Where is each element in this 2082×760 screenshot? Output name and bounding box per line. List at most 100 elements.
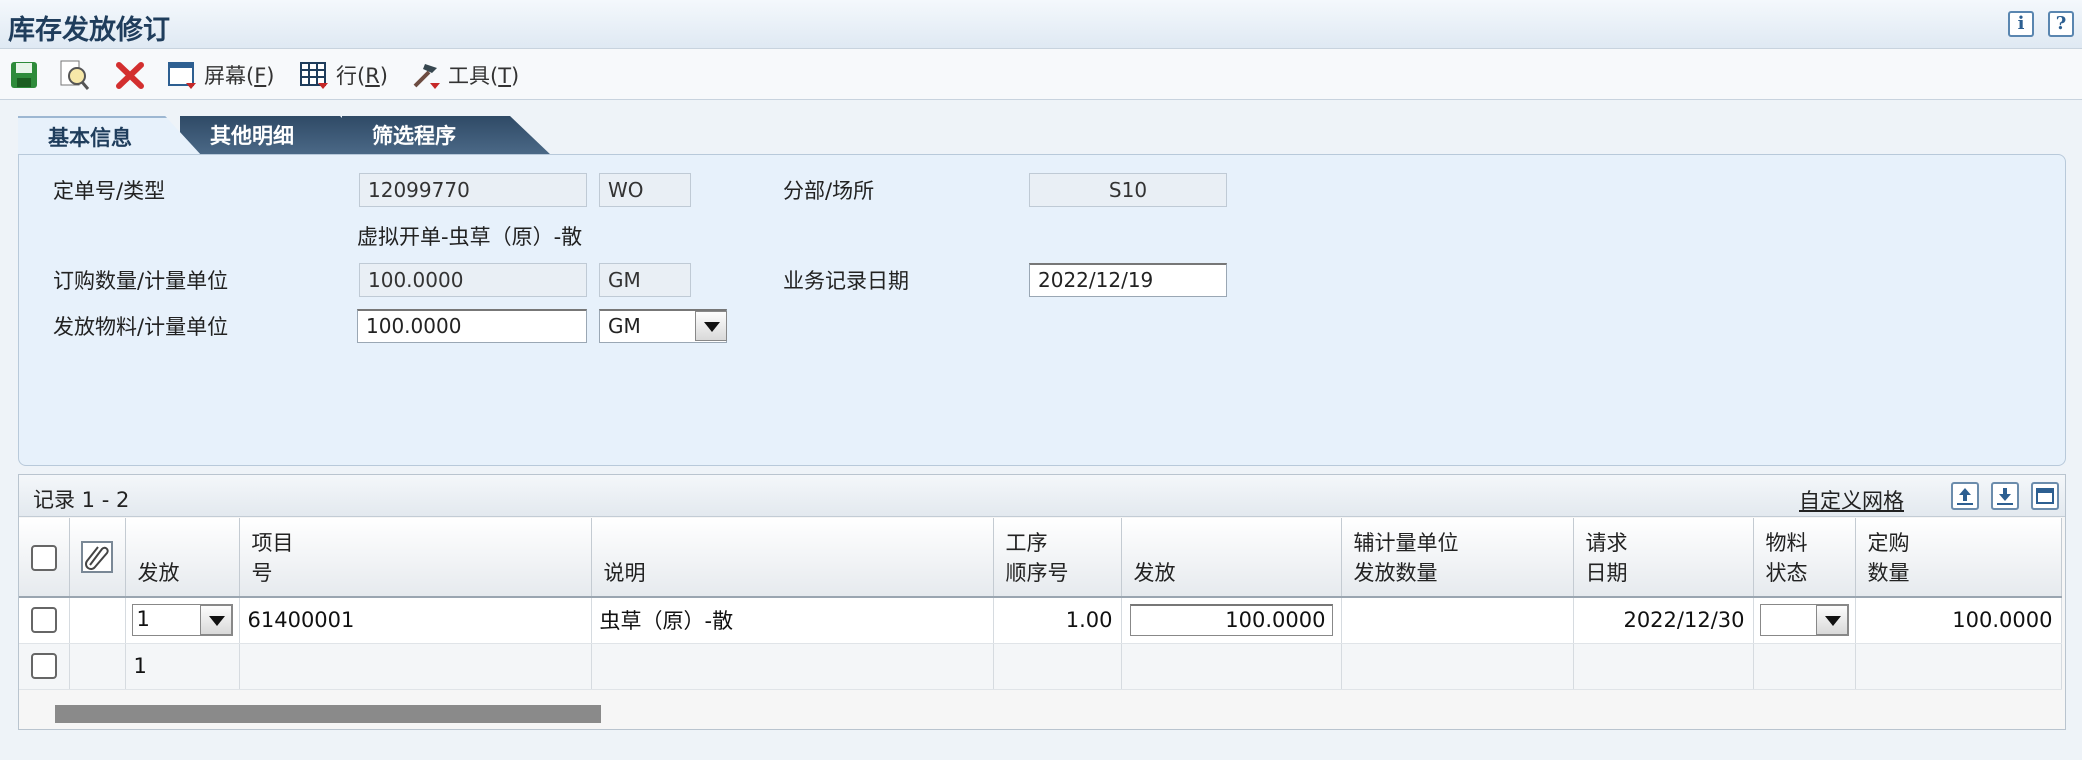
title-bar: 库存发放修订 i ? [0,0,2082,48]
row-request-date[interactable] [1573,643,1754,690]
select-all-checkbox[interactable] [30,545,57,571]
record-count: 记录 1 - 2 [33,488,130,512]
col-issue-qty-header[interactable]: 发放 [1121,518,1342,598]
row-sec-uom-qty[interactable] [1341,643,1574,690]
col-desc-header[interactable]: 说明 [591,518,994,598]
tools-icon [413,64,440,89]
page-title: 库存发放修订 [8,15,170,46]
col-sec-uom-label-2: 发放数量 [1353,561,1438,585]
col-issue-qty-label: 发放 [1133,561,1176,585]
info-icon[interactable]: i [2008,11,2034,37]
row-attach-cell [69,597,126,644]
preview-button[interactable] [58,57,90,93]
row-status[interactable] [1753,643,1856,690]
col-sec-uom-header[interactable]: 辅计量单位 发放数量 [1341,518,1574,598]
row-issue-value: 1 [136,607,150,632]
attach-header [69,518,126,598]
row-issue-select[interactable]: 1 [131,604,233,637]
row-grid-icon [300,62,328,89]
row-sec-uom-qty[interactable] [1341,597,1574,644]
col-req-date-label-2: 日期 [1585,561,1628,585]
delete-button[interactable] [114,57,146,93]
col-op-seq-header[interactable]: 工序 顺序号 [993,518,1122,598]
customize-grid-link[interactable]: 自定义网格 [1799,485,1904,515]
row-status-dropdown-button[interactable] [1815,605,1848,636]
help-icon[interactable]: ? [2048,11,2074,37]
row-attach-cell [69,643,126,690]
order-uom-field: GM [599,263,691,297]
branch-label: 分部/场所 [783,179,875,203]
order-description: 虚拟开单-虫草（原）-散 [357,225,583,249]
table-row[interactable]: 1 61400001 虫草（原）-散 1.00 100.0000 2022/12… [19,597,2062,644]
col-order-qty-header[interactable]: 定购 数量 [1855,518,2062,598]
row-issue-dropdown-button[interactable] [199,605,232,636]
grid-header-bar: 记录 1 - 2 自定义网格 [19,475,2065,517]
screen-menu-paren: ) [266,64,275,88]
order-qty-field: 100.0000 [359,263,587,297]
tab-basic-info[interactable]: 基本信息 [18,116,202,156]
col-req-date-header[interactable]: 请求 日期 [1573,518,1754,598]
row-order-qty: 100.0000 [1855,597,2062,644]
col-status-label-2: 状态 [1765,561,1808,585]
attachment-icon[interactable] [80,540,114,574]
col-status-header[interactable]: 物料 状态 [1753,518,1856,598]
issue-uom-dropdown-button[interactable] [695,311,727,341]
row-status-select[interactable] [1759,604,1849,637]
horizontal-scrollbar[interactable] [55,705,601,723]
col-order-qty-label-2: 数量 [1867,561,1910,585]
col-item-header[interactable]: 项目号 [239,518,592,598]
row-op-seq: 1.00 [993,597,1122,644]
row-issue-qty-input[interactable]: 100.0000 [1129,604,1333,637]
row-item-number[interactable] [239,643,592,690]
col-op-seq-label-1: 工序 [1005,531,1048,555]
issue-table: 发放 项目号 说明 工序顺序号 发放 辅计量单位发放数量 请求日期 物料状态 定… [19,518,2062,690]
col-order-qty-label-1: 定购 [1867,531,1910,555]
col-status-label-1: 物料 [1765,531,1808,555]
row-issue-value[interactable]: 1 [125,643,240,690]
row-item-number[interactable]: 61400001 [239,597,592,644]
table-row[interactable]: 1 [19,643,2062,690]
screen-icon [168,62,196,89]
row-menu-key: R [365,64,380,88]
export-icon[interactable] [1951,482,1979,510]
row-description [591,643,994,690]
col-op-seq-label-2: 顺序号 [1005,561,1069,585]
col-desc-label: 说明 [603,561,646,585]
order-qty-label: 订购数量/计量单位 [53,269,229,293]
col-item-label-2: 号 [251,561,273,585]
tools-menu-label: 工具( [448,64,499,88]
save-icon [11,62,37,88]
row-menu[interactable]: 行(R) [298,57,388,93]
col-issue-header[interactable]: 发放 [125,518,240,598]
order-label: 定单号/类型 [53,179,166,203]
col-sec-uom-label-1: 辅计量单位 [1353,531,1459,555]
save-button[interactable] [8,57,40,93]
issue-qty-input[interactable]: 100.0000 [357,309,587,343]
preview-icon [60,60,90,90]
col-issue-label: 发放 [137,561,180,585]
screen-menu-label: 屏幕( [204,64,255,88]
branch-field: S10 [1029,173,1227,207]
order-number-field: 12099770 [359,173,587,207]
row-checkbox[interactable] [30,653,57,679]
tools-menu-paren: ) [511,64,520,88]
row-checkbox[interactable] [30,607,57,634]
issue-grid: 记录 1 - 2 自定义网格 发放 项目 号 说明 工序 顺序号 发放 辅计量单… [18,474,2066,730]
col-item-label-1: 项目 [251,531,294,555]
order-type-field: WO [599,173,691,207]
issue-label: 发放物料/计量单位 [53,315,229,339]
screen-menu[interactable]: 屏幕(F) [166,57,275,93]
row-menu-label: 行( [336,64,366,88]
trans-date-input[interactable]: 2022/12/19 [1029,263,1227,297]
tools-menu-key: T [498,64,512,88]
row-menu-paren: ) [379,64,388,88]
delete-icon [116,62,144,89]
row-issue-qty[interactable] [1121,643,1342,690]
import-icon[interactable] [1991,482,2019,510]
col-req-date-label-1: 请求 [1585,531,1628,555]
tools-menu[interactable]: 工具(T) [410,57,519,93]
row-request-date[interactable]: 2022/12/30 [1573,597,1754,644]
toolbar: 屏幕(F) 行(R) 工具(T) [0,48,2082,100]
maximize-icon[interactable] [2031,482,2059,510]
row-op-seq [993,643,1122,690]
